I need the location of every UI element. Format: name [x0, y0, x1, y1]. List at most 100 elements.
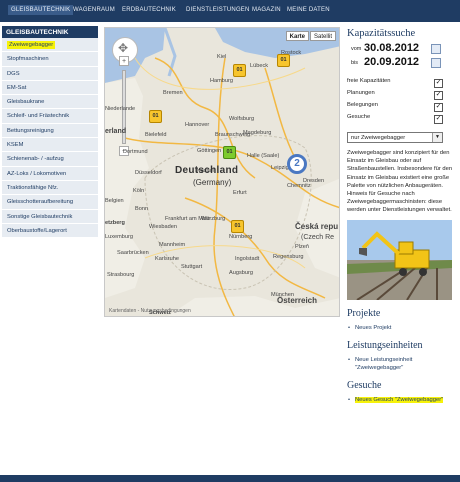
checkbox-belegungen[interactable]: ✓ — [434, 103, 443, 112]
to-label: bis — [351, 60, 359, 66]
city-label: Hannover — [185, 122, 210, 128]
nav-meine-daten[interactable]: MEINE DATEN — [287, 7, 330, 13]
leistungseinheiten-title: Leistungseinheiten — [347, 340, 423, 352]
checkbox-label: Gesuche — [347, 114, 371, 120]
city-label: Augsburg — [229, 270, 253, 276]
excavator-photo — [347, 219, 452, 300]
sidebar-item-schleiftechnik[interactable]: Schleif- und Frästechnik — [2, 109, 98, 124]
from-label: vom — [351, 46, 362, 52]
country-label: Niederlande — [105, 106, 136, 112]
new-unit-link[interactable]: Neue Leistungseinheit "Zweiwegebagger" — [347, 357, 457, 372]
country-label: Österreich — [277, 296, 318, 305]
city-label: Stuttgart — [181, 264, 203, 270]
city-label: Dortmund — [123, 149, 148, 155]
map-marker[interactable]: 01 — [277, 54, 290, 67]
sidebar-item-gleisschotter[interactable]: Gleisschotteraufbereitung — [2, 195, 98, 210]
city-label: Regensburg — [273, 254, 304, 260]
city-label: Bielefeld — [145, 132, 167, 138]
checkbox-label: Belegungen — [347, 102, 378, 108]
sidebar-item-zweiwegebagger[interactable]: Zweiwegebagger — [2, 38, 98, 53]
map-footer[interactable]: Kartendaten - Nutzungsbedingungen — [109, 308, 191, 314]
city-label: Köln — [133, 188, 145, 194]
city-label: Göttingen — [197, 148, 222, 154]
sidebar-item-stopfmaschinen[interactable]: Stopfmaschinen — [2, 52, 98, 67]
map[interactable]: Karte Satellit + − Hamburg Bremen Hannov… — [104, 27, 340, 317]
checkbox-planungen[interactable]: ✓ — [434, 91, 443, 100]
city-label: Braunschweig — [215, 132, 251, 138]
city-label: Halle (Saale) — [247, 153, 280, 159]
new-project-link[interactable]: Neues Projekt — [347, 325, 457, 333]
sidebar-item-em-sat[interactable]: EM-Sat — [2, 80, 98, 96]
sidebar-item-dgs[interactable]: DGS — [2, 66, 98, 81]
filter-checkboxes: freie Kapazitäten ✓ Planungen ✓ Belegung… — [347, 78, 457, 126]
map-cluster[interactable]: 2 — [287, 154, 307, 174]
nav-gleisbautechnik[interactable]: GLEISBAUTECHNIK — [8, 5, 74, 15]
category-select-value: nur Zweiwegebagger — [351, 135, 406, 141]
city-label: Bremen — [163, 90, 183, 96]
country-subtitle-label: (Germany) — [193, 178, 232, 187]
map-type-satellite-button[interactable]: Satellit — [309, 31, 336, 41]
map-marker[interactable]: 01 — [223, 146, 236, 159]
city-label: Lübeck — [250, 63, 269, 69]
map-marker[interactable]: 01 — [149, 110, 162, 123]
sidebar-item-schienenaufzug[interactable]: Schienenab- / -aufzug — [2, 152, 98, 167]
chevron-down-icon[interactable]: ▼ — [432, 133, 442, 142]
new-request-label: Neues Gesuch "Zweiwegebagger" — [355, 397, 444, 404]
zoom-in-button[interactable]: + — [119, 56, 129, 66]
sidebar-item-traktionsfaehige[interactable]: Traktionsfähige Nfz. — [2, 180, 98, 196]
city-label: Würzburg — [201, 216, 226, 222]
right-panel: Kapazitätssuche vom 30.08.2012 bis 20.09… — [347, 28, 457, 405]
checkbox-gesuche[interactable]: ✓ — [434, 115, 443, 124]
projekte-title: Projekte — [347, 307, 381, 319]
map-marker[interactable]: 01 — [231, 220, 244, 233]
new-request-link[interactable]: Neues Gesuch "Zweiwegebagger" — [347, 397, 457, 405]
sidebar-item-gleisbaukrane[interactable]: Gleisbaukrane — [2, 95, 98, 110]
sidebar-item-oberbaustoffe[interactable]: Oberbaustoffe/Lagerort — [2, 223, 98, 239]
excavator-illustration — [347, 219, 452, 300]
sidebar-item-ksem[interactable]: KSEM — [2, 138, 98, 153]
checkbox-label: Planungen — [347, 90, 375, 96]
gesuche-title: Gesuche — [347, 380, 382, 392]
category-select[interactable]: nur Zweiwegebagger ▼ — [347, 132, 443, 143]
sidebar-item-sonstige[interactable]: Sonstige Gleisbautechnik — [2, 209, 98, 224]
country-label: erland — [105, 128, 127, 135]
checkbox-label: freie Kapazitäten — [347, 78, 391, 84]
city-label: Leipzig — [271, 165, 289, 171]
map-zoom-slider[interactable]: + − — [119, 56, 129, 156]
capacity-title: Kapazitätssuche — [347, 28, 416, 39]
nav-magazin[interactable]: MAGAZIN — [252, 7, 281, 13]
country-label: Luxemburg — [105, 234, 133, 240]
checkbox-row: Gesuche ✓ — [347, 114, 457, 126]
map-type-map-button[interactable]: Karte — [285, 31, 309, 41]
from-date-value[interactable]: 30.08.2012 — [364, 42, 419, 54]
country-label: (Czech Re — [301, 234, 335, 241]
to-date-value[interactable]: 20.09.2012 — [364, 56, 419, 68]
country-label: etzberg — [105, 220, 125, 226]
map-marker[interactable]: 01 — [233, 64, 246, 77]
country-name-label: Deutschland — [175, 165, 239, 176]
checkbox-row: Planungen ✓ — [347, 90, 457, 102]
city-label: Bonn — [135, 206, 149, 212]
calendar-icon[interactable] — [431, 58, 441, 68]
sidebar-item-az-loks[interactable]: AZ-Loks / Lokomotiven — [2, 166, 98, 181]
from-date-row: vom 30.08.2012 — [347, 42, 457, 56]
city-label: Hamburg — [210, 78, 234, 84]
city-label: Nürnberg — [229, 234, 253, 240]
checkbox-freie-kapazitaeten[interactable]: ✓ — [434, 79, 443, 88]
city-label: Chemnitz — [287, 183, 311, 189]
sidebar: GLEISBAUTECHNIK Zweiwegebagger Stopfmasc… — [2, 26, 98, 239]
nav-wagenraum[interactable]: WAGENRAUM — [73, 7, 115, 13]
country-label: Česká repu — [295, 222, 339, 231]
nav-dienstleistungen[interactable]: DIENSTLEISTUNGEN — [186, 7, 250, 13]
city-label: Ingolstadt — [235, 256, 260, 262]
checkbox-row: freie Kapazitäten ✓ — [347, 78, 457, 90]
top-navigation: GLEISBAUTECHNIK WAGENRAUM ERDBAUTECHNIK … — [0, 0, 460, 22]
city-label: Saarbrücken — [117, 250, 149, 256]
sidebar-header: GLEISBAUTECHNIK — [2, 26, 98, 38]
city-label: Wiesbaden — [149, 224, 177, 230]
sidebar-item-bettungsreinigung[interactable]: Bettungsreinigung — [2, 123, 98, 139]
city-label: Wolfsburg — [229, 116, 255, 122]
calendar-icon[interactable] — [431, 44, 441, 54]
nav-erdbautechnik[interactable]: ERDBAUTECHNIK — [122, 7, 176, 13]
footer-bar — [0, 475, 460, 482]
